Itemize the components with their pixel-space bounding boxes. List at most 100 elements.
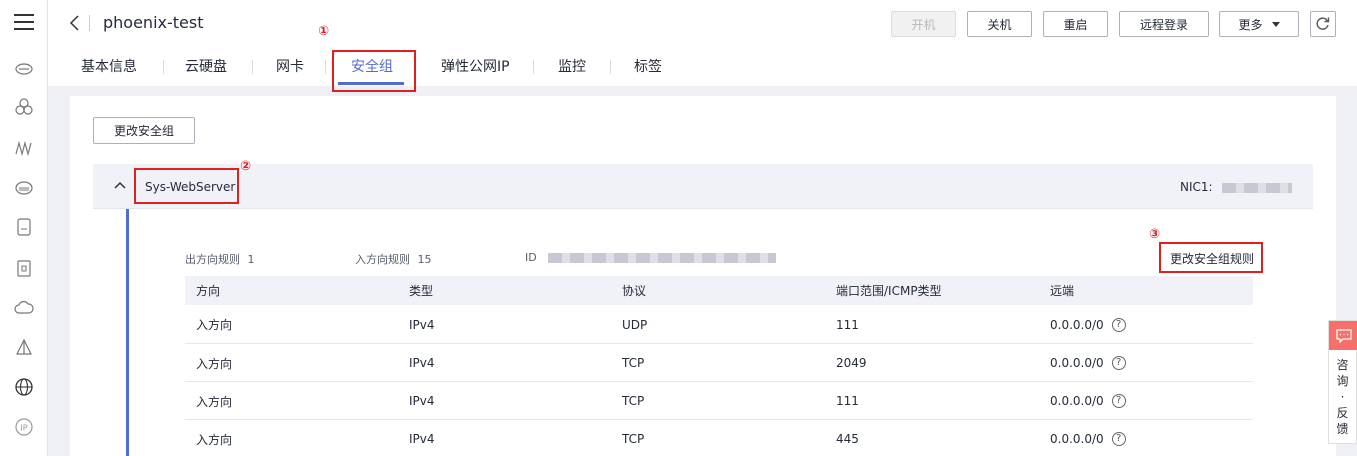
- outbound-count: 1: [247, 253, 255, 266]
- cell-protocol: UDP: [611, 305, 825, 344]
- help-icon[interactable]: ?: [1111, 318, 1126, 332]
- table-row: 入方向 IPv4 TCP 111 0.0.0.0/0?: [185, 381, 1253, 420]
- annotation-number-3: ③: [1149, 227, 1161, 242]
- cell-port: 2049: [825, 343, 1039, 382]
- redacted-nic-address: [1222, 182, 1293, 193]
- redacted-id: [548, 253, 777, 263]
- inbound-rules-count: 入方向规则 15: [355, 251, 432, 267]
- col-header-protocol[interactable]: 协议: [611, 276, 825, 305]
- cell-type: IPv4: [398, 419, 611, 456]
- chevron-up-icon[interactable]: [114, 181, 126, 189]
- refresh-icon: [1316, 17, 1330, 30]
- annotation-number-2: ②: [240, 159, 252, 174]
- restart-button[interactable]: 重启: [1043, 11, 1108, 37]
- tab-basic-info[interactable]: 基本信息: [81, 56, 137, 76]
- power-on-button[interactable]: 开机: [891, 11, 956, 37]
- cell-protocol: TCP: [611, 343, 825, 382]
- tab-divider: [163, 60, 164, 74]
- help-icon[interactable]: ?: [1111, 356, 1126, 371]
- page-header: phoenix-test 开机 关机 重启 远程登录 更多 基本信息 云硬盘 网…: [48, 0, 1357, 86]
- tab-disks[interactable]: 云硬盘: [185, 56, 227, 76]
- tab-divider: [533, 60, 534, 74]
- tab-divider: [252, 60, 253, 74]
- tab-tags[interactable]: 标签: [634, 56, 662, 76]
- col-header-remote[interactable]: 远端: [1039, 276, 1253, 305]
- annotation-box-change-rules: [1159, 242, 1263, 273]
- change-security-group-button[interactable]: 更改安全组: [93, 117, 195, 144]
- table-row: 入方向 IPv4 TCP 2049 0.0.0.0/0?: [185, 343, 1253, 382]
- elastic-scaling-icon[interactable]: [14, 138, 34, 158]
- remote-value: 0.0.0.0/0: [1050, 431, 1104, 446]
- storage-icon[interactable]: [14, 217, 34, 237]
- cell-remote: 0.0.0.0/0?: [1039, 419, 1253, 456]
- cell-direction: 入方向: [185, 381, 398, 420]
- left-nav-rail: IP: [0, 0, 48, 456]
- cell-direction: 入方向: [185, 343, 398, 382]
- annotation-number-1: ①: [318, 24, 330, 39]
- cell-remote: 0.0.0.0/0?: [1039, 305, 1253, 344]
- cell-type: IPv4: [398, 305, 611, 344]
- inbound-label: 入方向规则: [355, 253, 410, 266]
- cell-type: IPv4: [398, 381, 611, 420]
- tab-divider: [325, 60, 326, 74]
- col-header-direction[interactable]: 方向: [185, 276, 398, 305]
- col-header-port-range[interactable]: 端口范围/ICMP类型: [825, 276, 1039, 305]
- more-label: 更多: [1238, 17, 1263, 32]
- back-arrow-icon[interactable]: [68, 14, 82, 32]
- cloud-server-icon[interactable]: [14, 58, 34, 78]
- remote-value: 0.0.0.0/0: [1050, 317, 1104, 332]
- annotation-box-tab: [332, 50, 416, 92]
- table-header-row: 方向 类型 协议 端口范围/ICMP类型 远端: [185, 276, 1253, 305]
- remote-value: 0.0.0.0/0: [1050, 355, 1104, 370]
- disk-icon[interactable]: [14, 178, 34, 198]
- power-off-button[interactable]: 关机: [967, 11, 1032, 37]
- consult-feedback-label: 咨询 · 反馈: [1336, 358, 1349, 436]
- network-icon[interactable]: [14, 338, 34, 358]
- menu-icon[interactable]: [14, 14, 34, 32]
- security-group-accent-bar: [126, 209, 129, 456]
- cell-remote: 0.0.0.0/0?: [1039, 381, 1253, 420]
- nic-info: NIC1:: [1180, 180, 1293, 194]
- remote-login-button[interactable]: 远程登录: [1119, 11, 1209, 37]
- tab-nics[interactable]: 网卡: [276, 56, 304, 76]
- header-divider: [89, 15, 90, 31]
- more-dropdown[interactable]: 更多: [1219, 11, 1299, 37]
- help-icon[interactable]: ?: [1111, 394, 1126, 409]
- col-header-type[interactable]: 类型: [398, 276, 611, 305]
- cell-direction: 入方向: [185, 419, 398, 456]
- id-label: ID: [525, 251, 537, 264]
- table-row: 入方向 IPv4 TCP 445 0.0.0.0/0?: [185, 419, 1253, 456]
- eip-icon[interactable]: IP: [14, 417, 34, 437]
- backup-icon[interactable]: [14, 258, 34, 278]
- security-group-header[interactable]: [93, 164, 1313, 209]
- inbound-count: 15: [417, 253, 432, 266]
- tab-monitoring[interactable]: 监控: [558, 56, 586, 76]
- cell-protocol: TCP: [611, 419, 825, 456]
- chat-icon: [1329, 321, 1357, 350]
- cell-port: 111: [825, 305, 1039, 344]
- cell-protocol: TCP: [611, 381, 825, 420]
- remote-value: 0.0.0.0/0: [1050, 393, 1104, 408]
- refresh-button[interactable]: [1310, 11, 1336, 37]
- tab-eip[interactable]: 弹性公网IP: [441, 56, 510, 76]
- outbound-label: 出方向规则: [185, 253, 240, 266]
- page-title: phoenix-test: [103, 13, 204, 32]
- cell-remote: 0.0.0.0/0?: [1039, 343, 1253, 382]
- cell-direction: 入方向: [185, 305, 398, 344]
- cloud-icon[interactable]: [14, 298, 34, 318]
- help-icon[interactable]: ?: [1111, 432, 1126, 447]
- cell-port: 445: [825, 419, 1039, 456]
- globe-icon[interactable]: [14, 377, 34, 397]
- security-group-id: ID: [525, 251, 777, 264]
- tab-divider: [610, 60, 611, 74]
- nic-label: NIC1:: [1180, 180, 1213, 194]
- table-row: 入方向 IPv4 UDP 111 0.0.0.0/0?: [185, 305, 1253, 344]
- cell-port: 111: [825, 381, 1039, 420]
- rules-table: 方向 类型 协议 端口范围/ICMP类型 远端 入方向 IPv4 UDP 111…: [185, 276, 1253, 456]
- outbound-rules-count: 出方向规则 1: [185, 251, 255, 267]
- svg-text:IP: IP: [20, 424, 27, 433]
- caret-down-icon: [1271, 21, 1280, 27]
- cluster-icon[interactable]: [14, 97, 34, 117]
- cell-type: IPv4: [398, 343, 611, 382]
- consult-feedback-widget[interactable]: 咨询 · 反馈: [1328, 320, 1357, 444]
